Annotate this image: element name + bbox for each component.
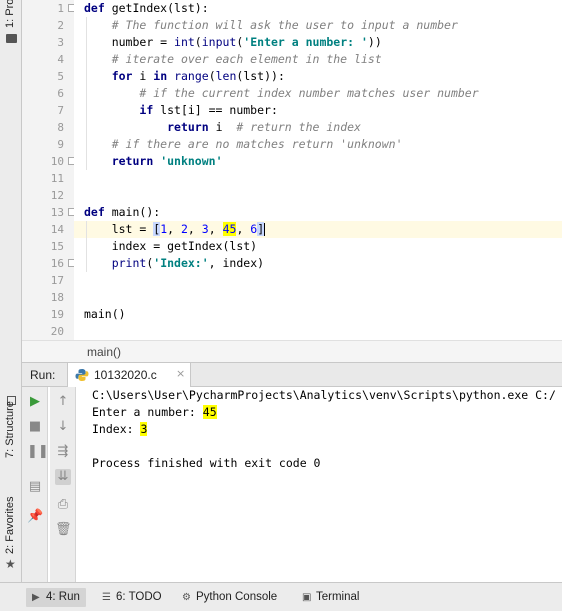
line-number: 14	[50, 223, 64, 236]
scroll-to-end-icon[interactable]: ⇊	[55, 469, 71, 485]
breadcrumb[interactable]: main()	[22, 340, 562, 362]
code-line-7: if lst[i] == number:	[139, 103, 278, 117]
line-number: 11	[50, 172, 64, 185]
line-number: 18	[50, 291, 64, 304]
code-line-10: return 'unknown'	[111, 154, 223, 168]
code-line-13: def main():	[84, 205, 161, 219]
line-number: 6	[57, 87, 64, 100]
python-icon	[75, 369, 89, 381]
python-console-tool-button[interactable]: ⚙ Python Console	[176, 588, 283, 607]
left-tool-stripe: 1: Pro 7: Structure 2: Favorites ★	[0, 0, 22, 582]
bottom-tool-bar: ▶ 4: Run ☰ 6: TODO ⚙ Python Console ▣ Termin…	[0, 582, 562, 611]
code-line-3: number = int(input('Enter a number: '))	[111, 35, 382, 49]
code-line-14: lst = [1, 2, 3, 45, 6]	[111, 222, 266, 236]
run-tab-label: 10132020.c	[94, 368, 157, 382]
code-line-8: return i # return the index	[167, 120, 361, 134]
run-config-tab[interactable]: 10132020.c ×	[67, 363, 191, 387]
code-line-4: # iterate over each element in the list	[111, 52, 382, 66]
structure-tab-label: 7: Structure	[4, 401, 16, 458]
line-number: 8	[57, 121, 64, 134]
console-prompt-line: Enter a number: 45	[92, 405, 217, 419]
folder-icon	[6, 34, 17, 43]
line-number: 16	[50, 257, 64, 270]
pin-icon[interactable]: 📌	[27, 509, 43, 525]
line-number: 20	[50, 325, 64, 338]
line-number: 17	[50, 274, 64, 287]
favorites-tool-tab[interactable]: 2: Favorites ★	[1, 494, 21, 572]
print-icon[interactable]: ⎙	[55, 497, 71, 513]
line-number: 5	[57, 70, 64, 83]
line-number: 10	[50, 155, 64, 168]
project-tab-label: 1: Pro	[4, 0, 16, 28]
close-icon[interactable]: ×	[176, 367, 185, 380]
project-tool-tab[interactable]: 1: Pro	[1, 0, 21, 48]
arrow-down-icon[interactable]: ↓	[55, 419, 71, 435]
console-output-line: Index: 3	[92, 422, 148, 436]
code-editor[interactable]: def getIndex(lst): # The function will a…	[74, 0, 562, 340]
console-index-value: 3	[140, 422, 148, 436]
line-number: 9	[57, 138, 64, 151]
run-label: Run:	[30, 368, 56, 382]
stop-icon[interactable]: ■	[27, 419, 43, 435]
run-console[interactable]: C:\Users\User\PycharmProjects\Analytics\…	[78, 387, 562, 582]
line-number: 1	[57, 2, 64, 15]
text-caret	[264, 223, 266, 236]
code-line-6: # if the current index number matches us…	[139, 86, 479, 100]
terminal-icon: ▣	[302, 592, 312, 603]
run-tool-button[interactable]: ▶ 4: Run	[26, 588, 86, 607]
python-console-icon: ⚙	[182, 592, 191, 603]
line-number: 2	[57, 19, 64, 32]
code-line-2: # The function will ask the user to inpu…	[111, 18, 458, 32]
todo-tool-button[interactable]: ☰ 6: TODO	[96, 588, 168, 607]
code-line-15: index = getIndex(lst)	[111, 239, 258, 253]
line-number: 15	[50, 240, 64, 253]
soft-wrap-icon[interactable]: ⇶	[55, 444, 71, 460]
line-number: 7	[57, 104, 64, 117]
run-tool-header: Run: 10132020.c ×	[22, 362, 562, 387]
line-number: 19	[50, 308, 64, 321]
line-number: 3	[57, 36, 64, 49]
rerun-icon[interactable]: ▶	[27, 394, 43, 410]
favorites-tab-label: 2: Favorites	[4, 496, 16, 554]
editor-gutter: 1 2 3 4 5 6 7 8 9 10 11 12 13 14 15 16 1…	[22, 0, 76, 340]
breadcrumb-item[interactable]: main()	[87, 345, 121, 359]
line-number: 13	[50, 206, 64, 219]
run-icon: ▶	[32, 592, 40, 603]
code-line-1: def getIndex(lst):	[84, 1, 209, 15]
layout-icon[interactable]: ▤	[27, 479, 43, 495]
code-line-19: main()	[84, 307, 126, 321]
list-icon: ☰	[102, 592, 111, 603]
console-exit-line: Process finished with exit code 0	[92, 456, 321, 470]
arrow-up-icon[interactable]: ↑	[55, 394, 71, 410]
line-number: 12	[50, 189, 64, 202]
run-toolbar-secondary: ↑ ↓ ⇶ ⇊ ⎙ 🗑	[50, 387, 76, 582]
pause-icon[interactable]: ❚❚	[27, 444, 49, 460]
trash-icon[interactable]: 🗑	[55, 522, 72, 538]
console-command-line: C:\Users\User\PycharmProjects\Analytics\…	[92, 388, 556, 402]
terminal-tool-button[interactable]: ▣ Terminal	[296, 588, 365, 607]
star-icon: ★	[5, 557, 16, 571]
line-number: 4	[57, 53, 64, 66]
structure-tool-tab[interactable]: 7: Structure	[1, 396, 21, 466]
code-line-5: for i in range(len(lst)):	[111, 69, 285, 83]
code-line-9: # if there are no matches return 'unknow…	[111, 137, 403, 151]
code-line-16: print('Index:', index)	[111, 256, 265, 270]
run-toolbar-primary: ▶ ■ ❚❚ ▤ 📌	[22, 387, 49, 582]
console-input-value: 45	[202, 405, 217, 419]
